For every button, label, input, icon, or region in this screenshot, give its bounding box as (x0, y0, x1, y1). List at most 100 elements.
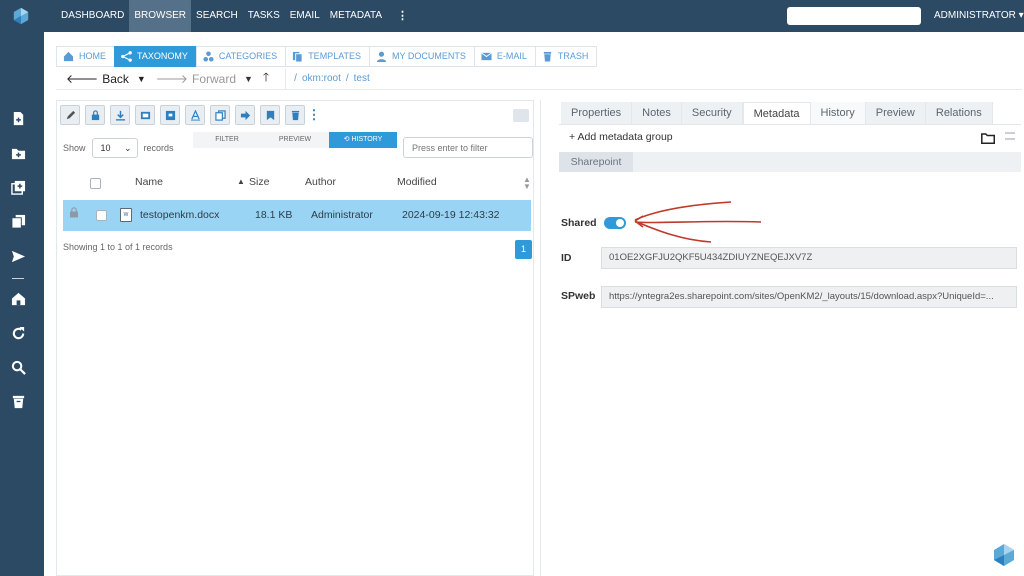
send-icon[interactable] (10, 248, 26, 264)
records-summary: Showing 1 to 1 of 1 records (63, 242, 173, 252)
bookmark-icon[interactable] (260, 105, 280, 125)
file-toolbar: ⋮ (60, 105, 321, 127)
file-size: 18.1 KB (255, 209, 293, 221)
breadcrumb-test[interactable]: test (354, 73, 370, 84)
new-folder-icon[interactable] (10, 145, 26, 161)
tab-history[interactable]: History (810, 102, 866, 124)
more-actions-icon[interactable]: ⋮ (308, 105, 321, 125)
tab-history[interactable]: ⟲ HISTORY (329, 132, 397, 148)
table-row[interactable]: W testopenkm.docx 18.1 KB Administrator … (63, 200, 531, 231)
folder-icon[interactable] (981, 131, 996, 144)
archive-icon[interactable] (160, 105, 180, 125)
lock-icon[interactable] (85, 105, 105, 125)
select-all-checkbox[interactable] (90, 178, 101, 189)
show-label: Show (63, 143, 86, 153)
text-icon[interactable] (185, 105, 205, 125)
id-label: ID (561, 252, 572, 264)
home-icon[interactable] (10, 290, 26, 306)
menu-more-icon[interactable]: ⋮ (387, 0, 418, 32)
tab-properties[interactable]: Properties (561, 102, 633, 124)
file-author: Administrator (311, 209, 373, 221)
trash-icon[interactable] (10, 393, 26, 409)
arrow-left-icon: 🡐 (66, 72, 99, 86)
tab-trash[interactable]: TRASH (534, 46, 598, 67)
caret-down-icon[interactable]: ▼ (244, 74, 253, 84)
row-checkbox[interactable] (96, 210, 107, 221)
menu-browser[interactable]: BROWSER (129, 0, 192, 32)
filter-input[interactable] (403, 137, 533, 158)
records-label: records (143, 143, 174, 153)
back-button[interactable]: 🡐 Back ▼ (66, 71, 146, 87)
shared-label: Shared (561, 217, 597, 229)
tab-preview[interactable]: PREVIEW (261, 132, 329, 148)
up-button[interactable]: 🡑 (263, 68, 269, 89)
tab-notes[interactable]: Notes (632, 102, 682, 124)
tab-label: CATEGORIES (218, 51, 278, 61)
openkm-watermark-logo (994, 544, 1014, 566)
scan-icon[interactable] (135, 105, 155, 125)
openkm-logo[interactable] (12, 7, 30, 25)
workspace-tabs: HOME TAXONOMY CATEGORIES TEMPLATES MY DO… (56, 46, 598, 67)
edit-icon[interactable] (60, 105, 80, 125)
spweb-label: SPweb (561, 290, 596, 302)
caret-down-icon[interactable]: ▼ (137, 74, 146, 84)
user-menu[interactable]: ADMINISTRATOR ▾ (934, 0, 1024, 32)
download-icon[interactable] (110, 105, 130, 125)
tab-my-documents[interactable]: MY DOCUMENTS (369, 46, 474, 67)
tab-security[interactable]: Security (681, 102, 743, 124)
column-name[interactable]: Name (135, 176, 163, 188)
tab-label: TAXONOMY (137, 51, 188, 61)
tab-metadata[interactable]: Metadata (742, 102, 811, 124)
grid-view-icon[interactable] (513, 109, 529, 122)
move-icon[interactable] (235, 105, 255, 125)
column-size[interactable]: Size (249, 176, 269, 188)
copy-icon[interactable] (210, 105, 230, 125)
annotation-arrow (634, 201, 762, 243)
menu-tasks[interactable]: TASKS (243, 0, 285, 32)
forward-button[interactable]: 🡒 Forward ▼ (156, 71, 253, 87)
menu-metadata[interactable]: METADATA (325, 0, 387, 32)
tab-email[interactable]: E-MAIL (473, 46, 535, 67)
tab-sharepoint[interactable]: Sharepoint (559, 152, 633, 172)
lock-icon (70, 207, 78, 218)
page-size-select[interactable]: 10 ⌄ (91, 138, 138, 158)
menu-email[interactable]: EMAIL (285, 0, 325, 32)
breadcrumb-root[interactable]: okm:root (302, 73, 341, 84)
sort-icon[interactable]: ▲ ▼ (523, 176, 531, 191)
global-search-input[interactable] (787, 7, 921, 25)
id-field[interactable]: 01OE2XGFJU2QKF5U434ZDIUYZNEQEJXV7Z (601, 247, 1017, 269)
copy-icon[interactable] (10, 213, 26, 229)
main-content: HOME TAXONOMY CATEGORIES TEMPLATES MY DO… (44, 32, 1024, 576)
refresh-icon[interactable] (10, 325, 26, 341)
tab-label: TRASH (557, 51, 589, 61)
spweb-field[interactable]: https://yntegra2es.sharepoint.com/sites/… (601, 286, 1017, 308)
page-button[interactable]: 1 (515, 240, 532, 259)
trash-icon (543, 51, 552, 62)
page-size-value: 10 (100, 143, 111, 153)
menu-search[interactable]: SEARCH (191, 0, 243, 32)
menu-dashboard[interactable]: DASHBOARD (56, 0, 129, 32)
menu-icon[interactable] (1005, 132, 1015, 140)
add-multiple-icon[interactable] (10, 179, 26, 195)
properties-panel: Properties Notes Security Metadata Histo… (540, 100, 1022, 576)
top-bar: DASHBOARD BROWSER SEARCH TASKS EMAIL MET… (0, 0, 1024, 32)
tab-relations[interactable]: Relations (925, 102, 993, 124)
column-author[interactable]: Author (305, 176, 336, 188)
tab-label: TEMPLATES (308, 51, 362, 61)
delete-icon[interactable] (285, 105, 305, 125)
new-document-icon[interactable] (10, 110, 26, 126)
tab-preview[interactable]: Preview (865, 102, 926, 124)
add-metadata-group-button[interactable]: + Add metadata group (569, 131, 673, 143)
shared-toggle[interactable] (604, 217, 626, 229)
tab-home[interactable]: HOME (56, 46, 114, 67)
file-name[interactable]: testopenkm.docx (140, 209, 219, 221)
tab-filter[interactable]: FILTER (193, 132, 261, 148)
view-tabs: FILTER PREVIEW ⟲ HISTORY (193, 132, 397, 148)
tab-categories[interactable]: CATEGORIES (195, 46, 286, 67)
tab-templates[interactable]: TEMPLATES (285, 46, 370, 67)
sort-asc-icon[interactable]: ▲ (237, 177, 245, 186)
breadcrumb-separator: / (345, 73, 349, 84)
column-modified[interactable]: Modified (397, 176, 437, 188)
tab-taxonomy[interactable]: TAXONOMY (114, 46, 196, 67)
search-icon[interactable] (10, 359, 26, 375)
